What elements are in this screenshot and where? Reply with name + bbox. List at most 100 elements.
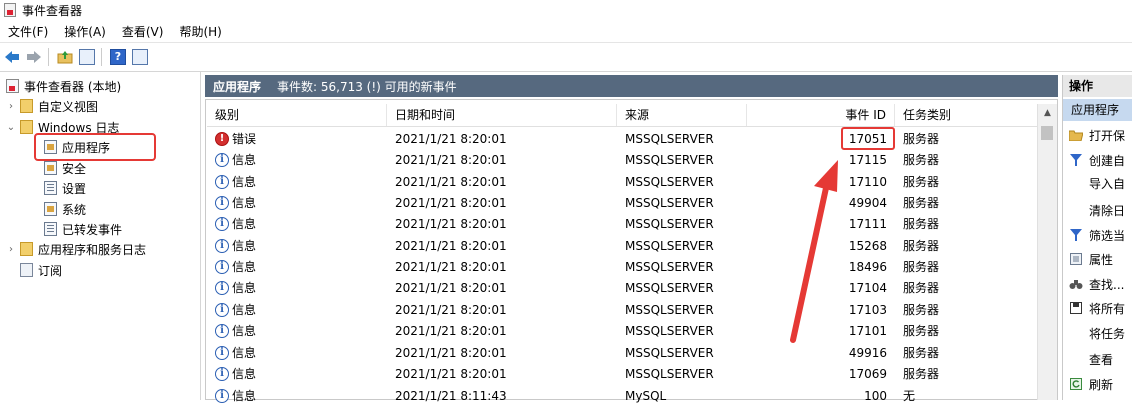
action-import-custom-view[interactable]: 导入自 — [1063, 172, 1132, 194]
info-icon: i — [215, 259, 229, 274]
tree-item-label: 已转发事件 — [62, 222, 123, 237]
event-datetime: 2021/1/21 8:20:01 — [395, 323, 507, 338]
actions-title: 操作 — [1063, 75, 1132, 97]
event-id: 17069 — [848, 366, 887, 381]
tree-item-security[interactable]: 安全 — [44, 158, 86, 178]
action-refresh[interactable]: 刷新 — [1063, 373, 1132, 395]
event-source: MSSQLSERVER — [625, 366, 714, 381]
show-hide-tree-button[interactable] — [77, 47, 97, 67]
folder-icon — [20, 99, 33, 113]
forward-arrow-icon — [27, 51, 41, 63]
event-level: 信息 — [232, 281, 257, 295]
tree-item-system[interactable]: 系统 — [44, 199, 86, 219]
window-title: 事件查看器 — [22, 3, 83, 18]
show-hide-tree-icon — [79, 49, 95, 65]
menu-help[interactable]: 帮助(H) — [171, 23, 229, 40]
properties-button[interactable] — [130, 47, 150, 67]
table-row[interactable]: ! 错误 2021/1/21 8:20:01 MSSQLSERVER 17051 … — [207, 128, 1037, 149]
column-datetime[interactable]: 日期和时间 — [387, 104, 617, 126]
subscriptions-icon — [20, 263, 33, 277]
action-save-all-events[interactable]: 将所有 — [1063, 297, 1132, 319]
event-datetime: 2021/1/21 8:20:01 — [395, 345, 507, 360]
save-disk-icon — [1069, 301, 1083, 315]
event-level: 错误 — [232, 132, 257, 146]
tree-item-app-service-logs[interactable]: › 应用程序和服务日志 — [6, 239, 146, 259]
action-find[interactable]: 查找... — [1063, 273, 1132, 295]
tree-item-setup[interactable]: 设置 — [44, 178, 86, 198]
table-row[interactable]: i 信息 2021/1/21 8:20:01 MSSQLSERVER 17115 … — [207, 149, 1037, 170]
action-label: 导入自 — [1089, 176, 1126, 191]
table-row[interactable]: i 信息 2021/1/21 8:20:01 MSSQLSERVER 49904 … — [207, 192, 1037, 213]
event-id: 17104 — [848, 280, 887, 295]
event-level: 信息 — [232, 324, 257, 338]
help-button[interactable]: ? — [108, 47, 128, 67]
table-row[interactable]: i 信息 2021/1/21 8:20:01 MSSQLSERVER 17101 … — [207, 320, 1037, 341]
event-id: 49904 — [848, 195, 887, 210]
menu-view[interactable]: 查看(V) — [114, 23, 172, 40]
menu-file[interactable]: 文件(F) — [0, 23, 56, 40]
toolbar: ? — [0, 43, 1132, 72]
info-icon: i — [215, 302, 229, 317]
tree-item-subscriptions[interactable]: 订阅 — [20, 260, 62, 280]
vertical-scrollbar[interactable]: ▲ — [1037, 104, 1057, 400]
tree-item-forwarded-events[interactable]: 已转发事件 — [44, 219, 122, 239]
event-source: MSSQLSERVER — [625, 195, 714, 210]
setup-log-icon — [44, 181, 57, 195]
column-event-id[interactable]: 事件 ID — [747, 104, 895, 126]
table-row[interactable]: i 信息 2021/1/21 8:20:01 MSSQLSERVER 18496 … — [207, 256, 1037, 277]
event-source: MSSQLSERVER — [625, 152, 714, 167]
action-clear-log[interactable]: 清除日 — [1063, 199, 1132, 221]
tree-item-label: 设置 — [62, 181, 87, 196]
event-viewer-app-icon — [4, 3, 16, 17]
application-highlight-annotation — [34, 133, 156, 161]
event-source: MSSQLSERVER — [625, 238, 714, 253]
event-level: 信息 — [232, 196, 257, 210]
info-icon: i — [215, 152, 229, 167]
scrollbar-thumb[interactable] — [1041, 126, 1053, 140]
event-datetime: 2021/1/21 8:20:01 — [395, 174, 507, 189]
event-viewer-icon — [6, 79, 19, 93]
action-label: 打开保 — [1089, 128, 1126, 143]
toolbar-separator — [48, 48, 49, 66]
action-properties[interactable]: 属性 — [1063, 248, 1132, 270]
tree-item-label: 事件查看器 (本地) — [24, 79, 122, 94]
table-row[interactable]: i 信息 2021/1/21 8:20:01 MSSQLSERVER 17069 … — [207, 363, 1037, 384]
action-view[interactable]: 查看 — [1063, 348, 1132, 370]
table-row[interactable]: i 信息 2021/1/21 8:20:01 MSSQLSERVER 17111 … — [207, 213, 1037, 234]
filter-icon — [1069, 153, 1083, 167]
action-label: 将所有 — [1089, 301, 1126, 316]
back-button[interactable] — [2, 47, 22, 67]
column-level[interactable]: 级别 — [207, 104, 387, 126]
event-datetime: 2021/1/21 8:11:43 — [395, 388, 507, 403]
forward-button[interactable] — [24, 47, 44, 67]
actions-section-application[interactable]: 应用程序 — [1063, 99, 1132, 121]
table-row[interactable]: i 信息 2021/1/21 8:11:43 MySQL 100 无 — [207, 385, 1037, 406]
info-icon: i — [215, 216, 229, 231]
table-row[interactable]: i 信息 2021/1/21 8:20:01 MSSQLSERVER 15268 … — [207, 235, 1037, 256]
event-source: MSSQLSERVER — [625, 302, 714, 317]
menu-action[interactable]: 操作(A) — [56, 23, 114, 40]
table-row[interactable]: i 信息 2021/1/21 8:20:01 MSSQLSERVER 17104 … — [207, 277, 1037, 298]
scroll-up-arrow-icon[interactable]: ▲ — [1038, 104, 1057, 122]
column-source[interactable]: 来源 — [617, 104, 747, 126]
info-icon: i — [215, 345, 229, 360]
action-create-custom-view[interactable]: 创建自 — [1063, 149, 1132, 171]
action-attach-task[interactable]: 将任务 — [1063, 322, 1132, 344]
table-row[interactable]: i 信息 2021/1/21 8:20:01 MSSQLSERVER 17103 … — [207, 299, 1037, 320]
collapse-chevron-icon[interactable]: ⌄ — [6, 122, 16, 133]
expand-chevron-icon[interactable]: › — [6, 244, 16, 255]
table-row[interactable]: i 信息 2021/1/21 8:20:01 MSSQLSERVER 17110 … — [207, 171, 1037, 192]
event-category: 服务器 — [903, 132, 940, 146]
folder-icon — [20, 242, 33, 256]
up-folder-button[interactable] — [55, 47, 75, 67]
action-filter-current-log[interactable]: 筛选当 — [1063, 224, 1132, 246]
event-category: 无 — [903, 389, 916, 403]
action-open-saved-log[interactable]: 打开保 — [1063, 124, 1132, 146]
column-category[interactable]: 任务类别 — [895, 104, 1037, 126]
security-log-icon — [44, 161, 57, 175]
tree-item-root[interactable]: 事件查看器 (本地) — [6, 76, 121, 96]
event-level: 信息 — [232, 303, 257, 317]
tree-item-custom-views[interactable]: › 自定义视图 — [6, 96, 98, 116]
table-row[interactable]: i 信息 2021/1/21 8:20:01 MSSQLSERVER 49916 … — [207, 342, 1037, 363]
expand-chevron-icon[interactable]: › — [6, 101, 16, 112]
